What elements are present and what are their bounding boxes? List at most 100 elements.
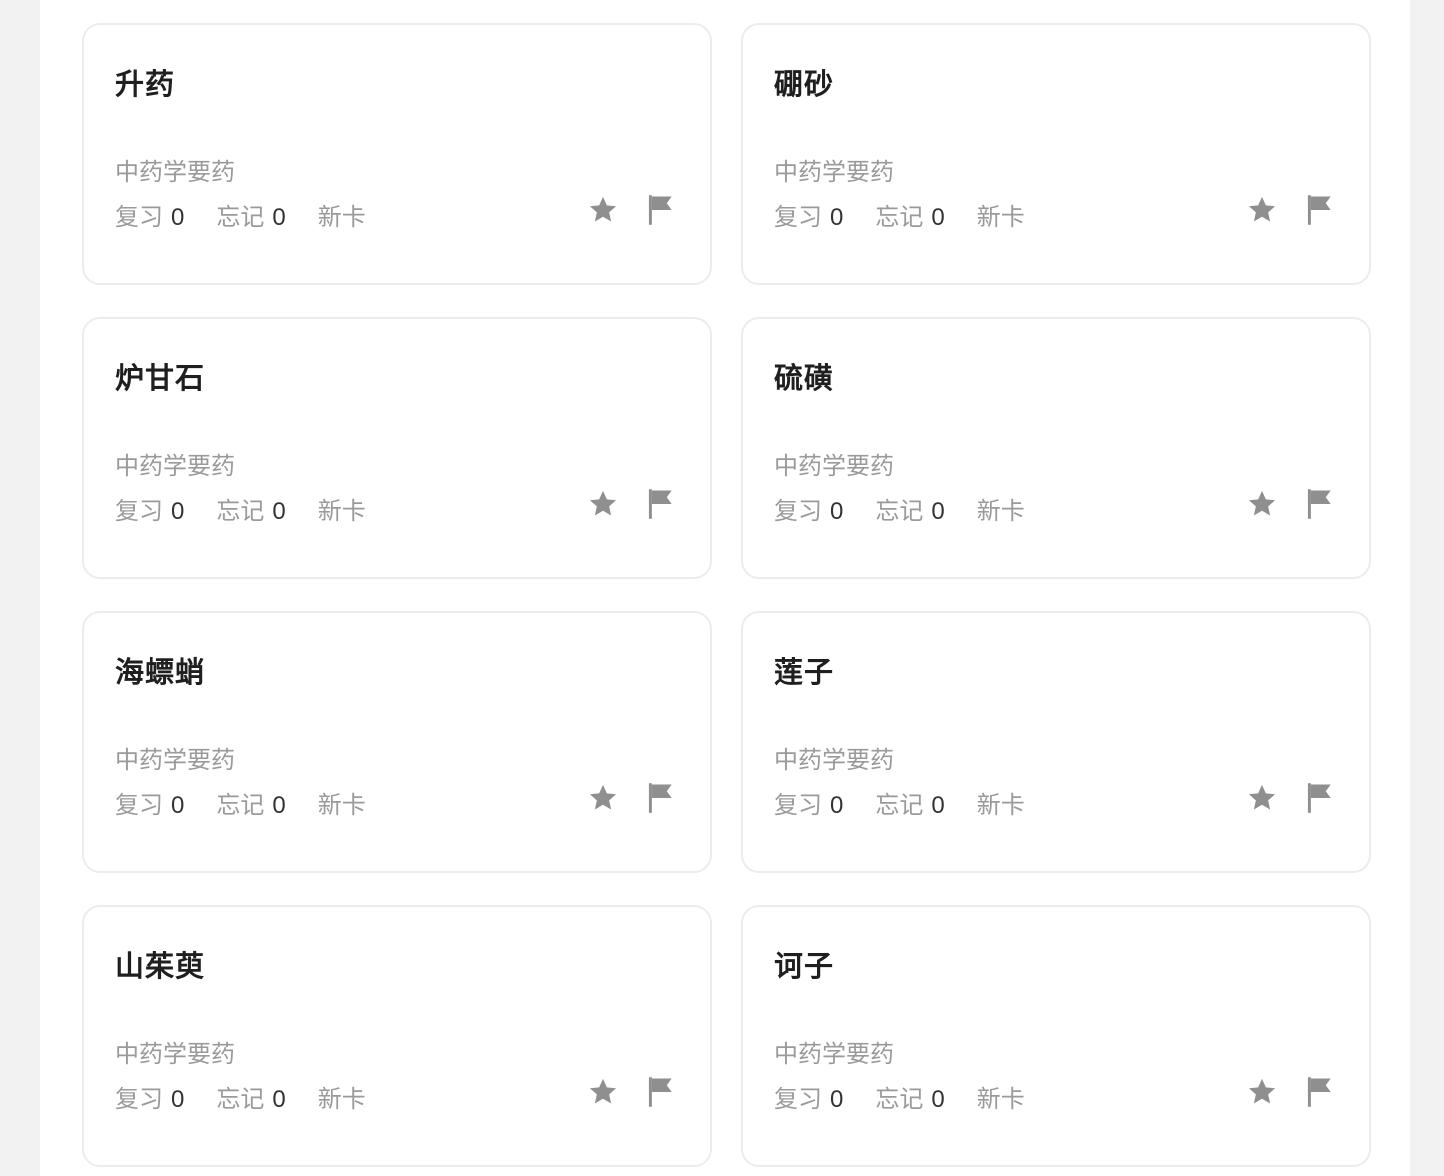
card-category: 中药学要药 [774,452,894,480]
flag-icon[interactable] [643,193,677,227]
review-count: 0 [830,498,844,525]
card-title: 升药 [115,67,176,101]
review-stat: 复习 0 [115,785,184,820]
card-actions [586,781,677,815]
review-label: 复习 [774,203,822,231]
forget-stat: 忘记 0 [875,491,944,526]
forget-count: 0 [931,498,945,525]
card-actions [1245,193,1336,227]
card-category: 中药学要药 [115,746,235,774]
flag-icon[interactable] [643,781,677,815]
card-actions [586,1075,677,1109]
flashcard[interactable]: 炉甘石 中药学要药 复习 0 忘记 0 新卡 [82,317,712,579]
card-stats: 复习 0 忘记 0 新卡 [115,197,366,232]
flashcard[interactable]: 升药 中药学要药 复习 0 忘记 0 新卡 [82,23,712,285]
flashcard[interactable]: 硼砂 中药学要药 复习 0 忘记 0 新卡 [741,23,1371,285]
review-label: 复习 [774,497,822,525]
card-title: 硼砂 [774,67,835,101]
forget-stat: 忘记 0 [875,1079,944,1114]
card-actions [1245,781,1336,815]
forget-label: 忘记 [216,791,265,819]
star-icon[interactable] [586,193,620,227]
card-status: 新卡 [317,497,366,525]
forget-stat: 忘记 0 [216,785,285,820]
card-stats: 复习 0 忘记 0 新卡 [774,491,1025,526]
forget-label: 忘记 [216,497,265,525]
flag-icon[interactable] [643,1075,677,1109]
review-count: 0 [171,498,185,525]
forget-stat: 忘记 0 [216,1079,285,1114]
card-status: 新卡 [317,1085,366,1113]
forget-count: 0 [931,792,945,819]
forget-label: 忘记 [216,1085,265,1113]
forget-label: 忘记 [216,203,265,231]
forget-count: 0 [272,204,286,231]
forget-stat: 忘记 0 [875,197,944,232]
review-stat: 复习 0 [774,1079,843,1114]
forget-stat: 忘记 0 [216,491,285,526]
flashcard[interactable]: 海螵蛸 中药学要药 复习 0 忘记 0 新卡 [82,611,712,873]
card-category: 中药学要药 [774,158,894,186]
card-title: 海螵蛸 [115,655,206,689]
card-stats: 复习 0 忘记 0 新卡 [115,491,366,526]
forget-stat: 忘记 0 [216,197,285,232]
review-label: 复习 [115,791,163,819]
card-actions [1245,487,1336,521]
star-icon[interactable] [586,1075,620,1109]
card-title: 山茱萸 [115,949,206,983]
flag-icon[interactable] [1302,193,1336,227]
review-count: 0 [830,792,844,819]
card-actions [586,487,677,521]
review-label: 复习 [115,203,163,231]
review-count: 0 [171,1086,185,1113]
star-icon[interactable] [1245,487,1279,521]
review-stat: 复习 0 [774,785,843,820]
forget-label: 忘记 [875,203,924,231]
review-label: 复习 [115,497,163,525]
forget-count: 0 [272,792,286,819]
card-category: 中药学要药 [774,746,894,774]
review-label: 复习 [774,791,822,819]
forget-stat: 忘记 0 [875,785,944,820]
review-label: 复习 [115,1085,163,1113]
card-actions [1245,1075,1336,1109]
forget-count: 0 [272,1086,286,1113]
flag-icon[interactable] [643,487,677,521]
flashcard[interactable]: 硫磺 中药学要药 复习 0 忘记 0 新卡 [741,317,1371,579]
forget-label: 忘记 [875,1085,924,1113]
review-stat: 复习 0 [115,491,184,526]
flashcard[interactable]: 莲子 中药学要药 复习 0 忘记 0 新卡 [741,611,1371,873]
card-category: 中药学要药 [115,158,235,186]
page-container: 升药 中药学要药 复习 0 忘记 0 新卡 硼砂 中药学要药 复习 0 忘记 0… [40,0,1410,1176]
forget-count: 0 [931,1086,945,1113]
flag-icon[interactable] [1302,1075,1336,1109]
review-label: 复习 [774,1085,822,1113]
star-icon[interactable] [1245,1075,1279,1109]
review-stat: 复习 0 [774,491,843,526]
review-stat: 复习 0 [774,197,843,232]
card-title: 硫磺 [774,361,835,395]
star-icon[interactable] [1245,193,1279,227]
card-status: 新卡 [976,791,1025,819]
card-status: 新卡 [317,203,366,231]
card-status: 新卡 [976,1085,1025,1113]
review-stat: 复习 0 [115,1079,184,1114]
card-status: 新卡 [317,791,366,819]
card-stats: 复习 0 忘记 0 新卡 [774,197,1025,232]
card-category: 中药学要药 [115,1040,235,1068]
review-count: 0 [830,204,844,231]
star-icon[interactable] [1245,781,1279,815]
flashcard[interactable]: 诃子 中药学要药 复习 0 忘记 0 新卡 [741,905,1371,1167]
card-category: 中药学要药 [774,1040,894,1068]
card-stats: 复习 0 忘记 0 新卡 [115,1079,366,1114]
card-stats: 复习 0 忘记 0 新卡 [774,1079,1025,1114]
flashcard[interactable]: 山茱萸 中药学要药 复习 0 忘记 0 新卡 [82,905,712,1167]
flag-icon[interactable] [1302,781,1336,815]
flag-icon[interactable] [1302,487,1336,521]
star-icon[interactable] [586,781,620,815]
forget-label: 忘记 [875,791,924,819]
card-status: 新卡 [976,497,1025,525]
review-stat: 复习 0 [115,197,184,232]
star-icon[interactable] [586,487,620,521]
card-grid: 升药 中药学要药 复习 0 忘记 0 新卡 硼砂 中药学要药 复习 0 忘记 0… [82,23,1371,1167]
